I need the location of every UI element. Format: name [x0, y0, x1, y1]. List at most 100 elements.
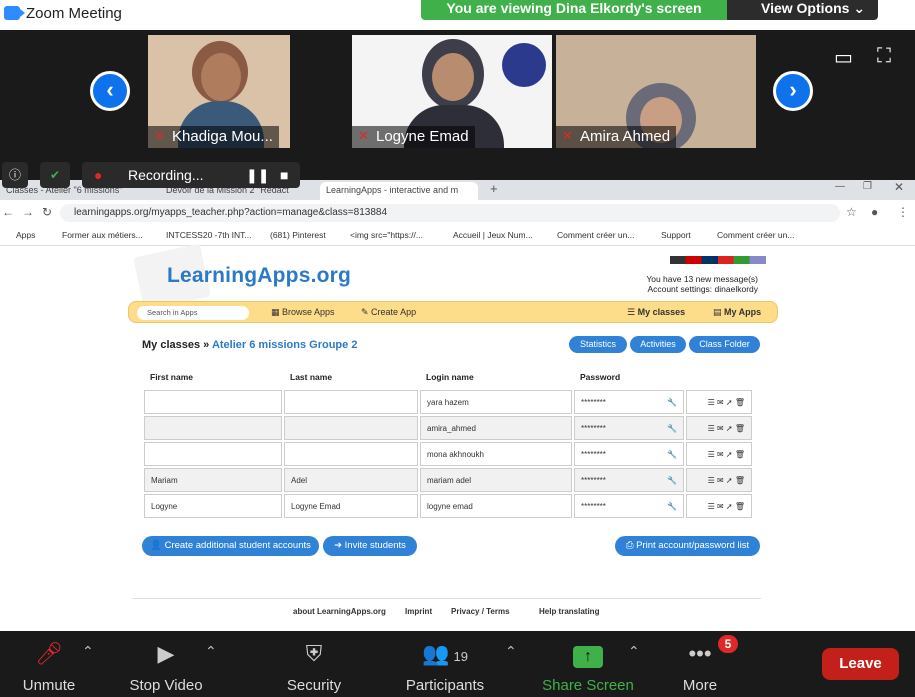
unmute-button[interactable]: 🎤︎ Unmute: [18, 639, 80, 694]
url-field[interactable]: learningapps.org/myapps_teacher.php?acti…: [60, 204, 840, 222]
participant-tile[interactable]: Logyne Emad ✕: [352, 35, 552, 148]
breadcrumb-root[interactable]: My classes: [142, 339, 200, 351]
info-icon[interactable]: ⓘ: [2, 162, 28, 188]
about-link[interactable]: about LearningApps.org: [293, 607, 386, 616]
menu-icon[interactable]: ⋮: [897, 205, 909, 219]
last-name-cell[interactable]: [284, 416, 418, 440]
view-options-label: View Options: [761, 0, 850, 16]
minimize-icon[interactable]: —: [835, 181, 845, 192]
my-apps-link[interactable]: ▤ My Apps: [713, 307, 761, 318]
view-options-button[interactable]: View Options ⌄: [727, 0, 878, 20]
share-screen-button[interactable]: ↑ Share Screen: [540, 639, 636, 694]
first-name-cell[interactable]: [144, 416, 282, 440]
browse-apps-label: Browse Apps: [282, 307, 335, 317]
bookmark[interactable]: Accueil | Jeux Num...: [453, 230, 533, 240]
browse-apps-link[interactable]: ▦ Browse Apps: [271, 307, 335, 318]
star-icon[interactable]: ☆: [846, 205, 857, 219]
maximize-icon[interactable]: ❐: [863, 181, 872, 192]
wrench-icon[interactable]: 🔧: [667, 424, 677, 433]
imprint-link[interactable]: Imprint: [405, 607, 432, 616]
site-logo[interactable]: LearningApps.org: [167, 264, 351, 288]
print-list-button[interactable]: ⎙ Print account/password list: [615, 536, 760, 556]
profile-icon[interactable]: ●: [871, 205, 878, 219]
security-button[interactable]: ⛨ Security: [284, 639, 344, 694]
chevron-up-icon[interactable]: ⌃: [505, 643, 517, 660]
pause-icon[interactable]: ❚❚: [246, 162, 269, 188]
row-actions[interactable]: ☰ ✉ ➚ 🗑: [686, 494, 752, 518]
participants-button[interactable]: 👥 19 Participants: [402, 639, 488, 694]
first-name-cell[interactable]: [144, 390, 282, 414]
first-name-cell[interactable]: [144, 442, 282, 466]
bookmark[interactable]: Former aux métiers...: [62, 230, 143, 240]
row-actions[interactable]: ☰ ✉ ➚ 🗑: [686, 442, 752, 466]
last-name-cell[interactable]: Logyne Emad: [284, 494, 418, 518]
messages-link[interactable]: You have 13 new message(s): [560, 274, 758, 284]
row-actions[interactable]: ☰ ✉ ➚ 🗑: [686, 390, 752, 414]
first-name-cell[interactable]: Mariam: [144, 468, 282, 492]
prev-page-button[interactable]: ‹: [90, 71, 130, 111]
class-folder-button[interactable]: Class Folder: [689, 336, 760, 353]
stop-icon[interactable]: ■: [280, 162, 288, 188]
password-mask: ********: [581, 449, 606, 459]
chevron-up-icon[interactable]: ⌃: [205, 643, 217, 660]
new-tab-icon[interactable]: +: [490, 181, 498, 196]
more-button[interactable]: ••• More: [676, 639, 724, 694]
bookmark[interactable]: (681) Pinterest: [270, 230, 326, 240]
privacy-link[interactable]: Privacy / Terms: [451, 607, 510, 616]
wrench-icon[interactable]: 🔧: [667, 450, 677, 459]
last-name-cell[interactable]: [284, 442, 418, 466]
my-classes-label: My classes: [637, 307, 686, 317]
wrench-icon[interactable]: 🔧: [667, 398, 677, 407]
password-mask: ********: [581, 475, 606, 485]
bookmark[interactable]: Comment créer un...: [557, 230, 634, 240]
forward-icon[interactable]: →: [22, 205, 34, 219]
wrench-icon[interactable]: 🔧: [667, 502, 677, 511]
class-name: Atelier 6 missions Groupe 2: [211, 339, 358, 351]
next-page-button[interactable]: ›: [773, 71, 813, 111]
bookmark[interactable]: Support: [661, 230, 691, 240]
tab-active[interactable]: LearningApps - interactive and m: [320, 182, 478, 200]
stop-video-button[interactable]: ▶︎ Stop Video: [124, 639, 208, 694]
column-header: Password: [580, 372, 621, 382]
create-app-link[interactable]: ✎ Create App: [361, 307, 416, 318]
translate-link[interactable]: Help translating: [539, 607, 599, 616]
activities-button[interactable]: Activities: [630, 336, 686, 353]
search-input[interactable]: Search in Apps: [137, 306, 249, 320]
account-settings-link[interactable]: Account settings: dinaelkordy: [560, 284, 758, 294]
column-header[interactable]: First name: [144, 366, 282, 388]
first-name-cell[interactable]: Logyne: [144, 494, 282, 518]
participants-label: Participants: [405, 677, 485, 694]
unmute-label: Unmute: [22, 677, 76, 694]
bookmark[interactable]: INTCESS20 -7th INT...: [166, 230, 252, 240]
address-bar-row: ← → ↻ learningapps.org/myapps_teacher.ph…: [0, 200, 915, 226]
last-name-cell[interactable]: Adel: [284, 468, 418, 492]
bookmark[interactable]: Comment créer un...: [717, 230, 794, 240]
bookmark[interactable]: Apps: [16, 230, 35, 240]
language-flags[interactable]: [670, 256, 766, 264]
password-cell: ******** 🔧: [574, 442, 684, 466]
leave-button[interactable]: Leave: [822, 648, 899, 680]
participant-tile[interactable]: Amira Ahmed ✕: [556, 35, 756, 148]
row-actions[interactable]: ☰ ✉ ➚ 🗑: [686, 468, 752, 492]
chevron-up-icon[interactable]: ⌃: [628, 643, 640, 660]
notification-badge: 5: [718, 635, 738, 653]
bookmark[interactable]: <img src="https://...: [350, 230, 423, 240]
web-page: LearningApps.org You have 13 new message…: [0, 243, 915, 631]
speaker-view-icon[interactable]: ▭: [834, 45, 853, 70]
wrench-icon[interactable]: 🔧: [667, 476, 677, 485]
statistics-button[interactable]: Statistics: [569, 336, 627, 353]
fullscreen-icon[interactable]: ⛶: [877, 45, 891, 68]
back-icon[interactable]: ←: [2, 205, 14, 219]
chevron-up-icon[interactable]: ⌃: [82, 643, 94, 660]
print-label: Print account/password list: [636, 540, 750, 551]
create-accounts-button[interactable]: 👤 Create additional student accounts: [142, 536, 319, 556]
invite-students-button[interactable]: ➜ Invite students: [323, 536, 417, 556]
participant-count: 19: [453, 649, 468, 664]
row-actions[interactable]: ☰ ✉ ➚ 🗑: [686, 416, 752, 440]
last-name-cell[interactable]: [284, 390, 418, 414]
my-classes-link[interactable]: ☰ My classes: [627, 307, 685, 318]
reload-icon[interactable]: ↻: [42, 205, 52, 219]
participant-tile[interactable]: Khadiga Mou... ✕: [148, 35, 290, 148]
close-icon[interactable]: ✕: [894, 180, 904, 194]
shield-check-icon[interactable]: ✔: [40, 162, 70, 188]
